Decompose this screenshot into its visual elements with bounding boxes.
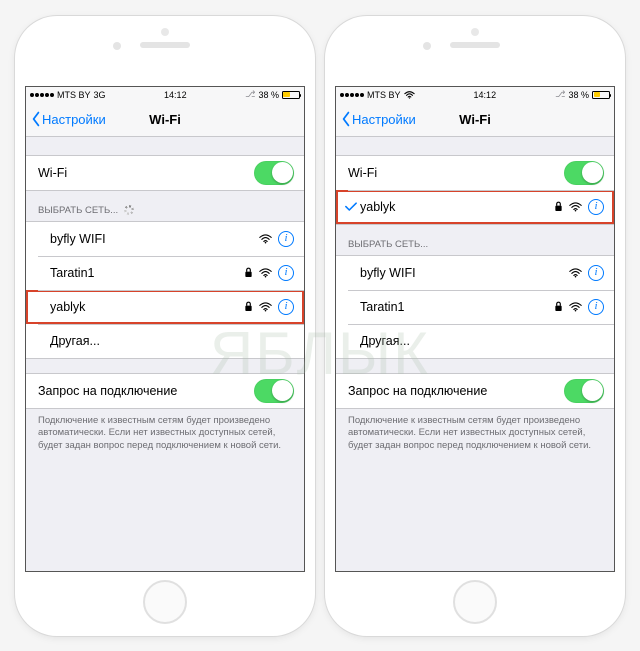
ask-label: Запрос на подключение (38, 384, 254, 398)
info-icon[interactable]: i (588, 299, 604, 315)
ask-footer: Подключение к известным сетям будет прои… (26, 409, 304, 453)
other-label: Другая... (38, 334, 294, 348)
chevron-left-icon (30, 111, 42, 127)
network-row[interactable]: Taratin1 i (26, 256, 304, 290)
network-name: yablyk (360, 200, 554, 214)
network-name: Taratin1 (38, 266, 244, 280)
screen-left: MTS BY 3G 14:12 ⎇ 38 % Настройки Wi-Fi W… (25, 86, 305, 572)
lock-icon (554, 201, 563, 212)
network-name: Taratin1 (348, 300, 554, 314)
navbar: Настройки Wi-Fi (336, 103, 614, 137)
info-icon[interactable]: i (278, 231, 294, 247)
home-button[interactable] (453, 580, 497, 624)
choose-network-header: ВЫБРАТЬ СЕТЬ... (336, 239, 614, 255)
wifi-icon (569, 302, 582, 312)
chevron-left-icon (340, 111, 352, 127)
lock-icon (244, 267, 253, 278)
network-name: byfly WIFI (348, 266, 569, 280)
ask-to-join-row[interactable]: Запрос на подключение (336, 374, 614, 408)
status-time: 14:12 (164, 90, 187, 100)
back-label: Настройки (352, 112, 416, 127)
network-name: yablyk (38, 300, 244, 314)
status-bar: MTS BY 3G 14:12 ⎇ 38 % (26, 87, 304, 103)
signal-dots (340, 93, 364, 97)
signal-dots (30, 93, 54, 97)
battery-icon (282, 91, 300, 99)
battery-percent: 38 % (258, 90, 279, 100)
connected-network-row[interactable]: yablyk i (336, 190, 614, 224)
wifi-toggle-row[interactable]: Wi-Fi (26, 155, 304, 191)
wifi-icon (569, 268, 582, 278)
info-icon[interactable]: i (588, 265, 604, 281)
wifi-label: Wi-Fi (38, 166, 254, 180)
info-icon[interactable]: i (588, 199, 604, 215)
wifi-icon (259, 234, 272, 244)
phone-frame-left: MTS BY 3G 14:12 ⎇ 38 % Настройки Wi-Fi W… (15, 16, 315, 636)
back-label: Настройки (42, 112, 106, 127)
wifi-label: Wi-Fi (348, 166, 564, 180)
bluetooth-icon: ⎇ (555, 89, 565, 100)
wifi-icon (259, 268, 272, 278)
home-button[interactable] (143, 580, 187, 624)
ask-label: Запрос на подключение (348, 384, 564, 398)
back-button[interactable]: Настройки (26, 111, 106, 127)
other-label: Другая... (348, 334, 604, 348)
wifi-switch[interactable] (564, 161, 604, 185)
back-button[interactable]: Настройки (336, 111, 416, 127)
info-icon[interactable]: i (278, 299, 294, 315)
wifi-icon (259, 302, 272, 312)
ask-footer: Подключение к известным сетям будет прои… (336, 409, 614, 453)
network-row-yablyk[interactable]: yablyk i (26, 290, 304, 324)
checkmark-icon (344, 202, 358, 212)
ask-to-join-row[interactable]: Запрос на подключение (26, 374, 304, 408)
network-row[interactable]: Taratin1 i (336, 290, 614, 324)
wifi-status-icon (404, 91, 415, 99)
battery-icon (592, 91, 610, 99)
wifi-toggle-row[interactable]: Wi-Fi (336, 156, 614, 190)
wifi-icon (569, 202, 582, 212)
status-time: 14:12 (474, 90, 497, 100)
other-network-row[interactable]: Другая... (26, 324, 304, 358)
info-icon[interactable]: i (278, 265, 294, 281)
network-row[interactable]: byfly WIFI i (336, 256, 614, 290)
status-bar: MTS BY 14:12 ⎇ 38 % (336, 87, 614, 103)
navbar: Настройки Wi-Fi (26, 103, 304, 137)
network-name: byfly WIFI (38, 232, 259, 246)
carrier-label: MTS BY (57, 90, 91, 100)
wifi-switch[interactable] (254, 161, 294, 185)
choose-network-header: ВЫБРАТЬ СЕТЬ... (26, 205, 304, 221)
lock-icon (244, 301, 253, 312)
bluetooth-icon: ⎇ (245, 89, 255, 100)
ask-switch[interactable] (564, 379, 604, 403)
lock-icon (554, 301, 563, 312)
phone-frame-right: MTS BY 14:12 ⎇ 38 % Настройки Wi-Fi Wi-F… (325, 16, 625, 636)
other-network-row[interactable]: Другая... (336, 324, 614, 358)
network-row[interactable]: byfly WIFI i (26, 222, 304, 256)
carrier-label: MTS BY (367, 90, 401, 100)
battery-percent: 38 % (568, 90, 589, 100)
screen-right: MTS BY 14:12 ⎇ 38 % Настройки Wi-Fi Wi-F… (335, 86, 615, 572)
ask-switch[interactable] (254, 379, 294, 403)
spinner-icon (124, 205, 134, 215)
network-label: 3G (94, 90, 106, 100)
